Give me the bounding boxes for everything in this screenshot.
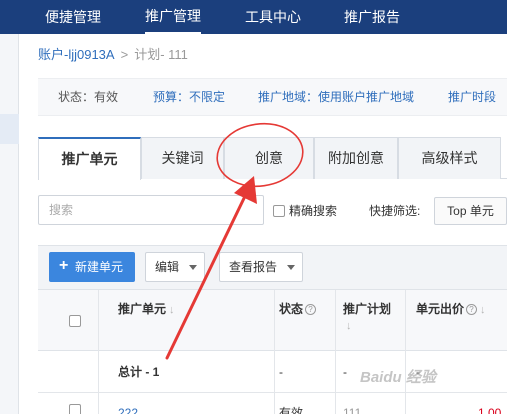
column-header-unit-label: 推广单元 <box>118 302 167 316</box>
search-input[interactable] <box>38 195 264 225</box>
sidebar-selected-item[interactable] <box>0 114 19 144</box>
column-header-bid[interactable]: 单元出价? ↓ <box>416 301 486 318</box>
row-unit-link[interactable]: 222 <box>118 405 138 414</box>
select-all-checkbox[interactable] <box>69 315 81 327</box>
column-header-plan-label: 推广计划 <box>343 302 392 316</box>
sort-icon[interactable]: ↓ <box>346 320 352 332</box>
edit-label: 编辑 <box>155 260 180 274</box>
sort-icon[interactable]: ↓ <box>169 302 175 318</box>
breadcrumb-separator: > <box>120 47 129 62</box>
tab-keyword[interactable]: 关键词 <box>141 137 224 179</box>
chevron-down-icon <box>287 265 295 270</box>
help-icon[interactable]: ? <box>305 304 317 315</box>
quick-filter-label: 快捷筛选: <box>369 204 421 218</box>
tab-advanced-style[interactable]: 高级样式 <box>398 137 501 179</box>
top-unit-button[interactable]: Top 单元 <box>434 197 507 225</box>
watermark: Baidu 经验 <box>360 369 436 386</box>
status-info: 状态：有效 <box>58 90 119 104</box>
row-status: 有效 <box>279 406 304 414</box>
schedule-link[interactable]: 推广时段 <box>448 79 496 115</box>
table-toolbar: + 新建单元 编辑 查看报告 <box>38 245 507 289</box>
table-row: 222 有效 111 1.00 <box>38 393 507 414</box>
view-report-dropdown[interactable]: 查看报告 <box>219 252 303 282</box>
exact-search-label: 精确搜索 <box>289 204 338 218</box>
table-total-row: 总计 - 1 - - - <box>38 351 507 393</box>
top-navigation-bar: 便捷管理 推广管理 工具中心 推广报告 <box>0 0 507 34</box>
total-label: 总计 - 1 <box>118 365 160 379</box>
new-unit-label: 新建单元 <box>75 260 124 274</box>
row-bid[interactable]: 1.00 <box>478 405 501 414</box>
row-plan: 111 <box>343 406 362 414</box>
nav-item-promotion-manage[interactable]: 推广管理 <box>145 0 201 34</box>
row-checkbox[interactable] <box>69 404 81 414</box>
tab-promotion-unit[interactable]: 推广单元 <box>38 137 141 180</box>
column-header-status-label: 状态 <box>279 302 304 316</box>
column-header-status[interactable]: 状态? <box>279 301 317 317</box>
column-header-plan[interactable]: 推广计划 <box>343 301 391 317</box>
left-sidebar <box>0 34 19 414</box>
column-header-unit[interactable]: 推广单元 ↓ <box>118 301 175 318</box>
nav-item-tool-center[interactable]: 工具中心 <box>245 0 301 34</box>
sort-icon[interactable]: ↓ <box>480 302 486 318</box>
region-link[interactable]: 推广地域：使用账户推广地域 <box>258 79 414 115</box>
budget-link[interactable]: 预算：不限定 <box>153 79 225 115</box>
tab-bar: 推广单元 关键词 创意 附加创意 高级样式 <box>38 137 507 180</box>
column-header-bid-label: 单元出价 <box>416 302 465 316</box>
breadcrumb: 账户-ljj0913A > 计划- 111 <box>38 44 188 66</box>
tab-extra-creative[interactable]: 附加创意 <box>314 137 398 179</box>
edit-dropdown[interactable]: 编辑 <box>145 252 205 282</box>
chevron-down-icon <box>189 265 197 270</box>
exact-search-box[interactable] <box>273 205 285 217</box>
breadcrumb-plan: 计划- 111 <box>134 47 188 62</box>
view-report-label: 查看报告 <box>229 260 278 274</box>
nav-item-promotion-report[interactable]: 推广报告 <box>344 0 400 34</box>
table-header: 推广单元 ↓ 状态? 推广计划 ↓ 单元出价? ↓ <box>38 289 507 352</box>
help-icon[interactable]: ? <box>466 304 478 315</box>
nav-item-quick-manage[interactable]: 便捷管理 <box>45 0 101 34</box>
breadcrumb-account-link[interactable]: 账户-ljj0913A <box>38 47 115 62</box>
total-status: - <box>279 365 283 379</box>
new-unit-button[interactable]: + 新建单元 <box>49 252 135 282</box>
plus-icon: + <box>59 257 69 274</box>
plan-info-bar: 状态：有效 预算：不限定 推广地域：使用账户推广地域 推广时段 <box>38 78 507 116</box>
tab-creative[interactable]: 创意 <box>224 137 314 179</box>
total-plan: - <box>343 365 347 379</box>
